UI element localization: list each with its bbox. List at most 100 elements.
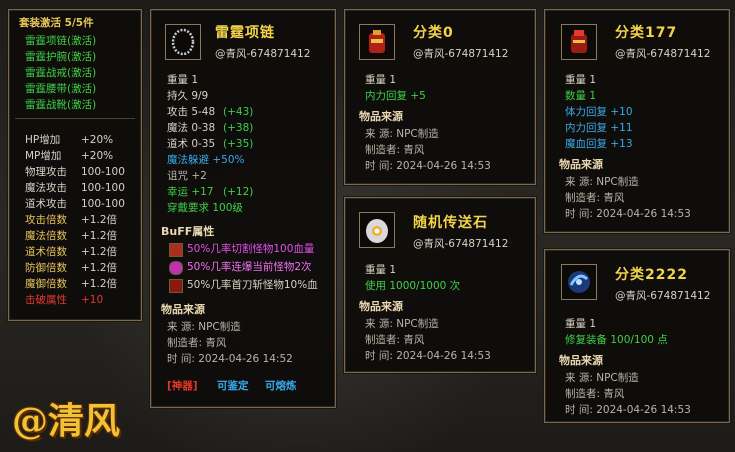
effect: 内力回复 +5 xyxy=(365,90,426,102)
item-owner: @青风-674871412 xyxy=(215,48,311,60)
source: 来 源: NPC制造 xyxy=(565,372,639,384)
item-owner: @青风-674871412 xyxy=(413,238,509,250)
stat-value: 100-100 xyxy=(81,182,125,194)
item0-tooltip: 分类0 @青风-674871412 重量 1 内力回复 +5 物品来源 来 源:… xyxy=(344,9,536,185)
tao-bonus: (+35) xyxy=(223,138,254,150)
crit-value: +10 xyxy=(81,294,104,306)
weight: 重量 1 xyxy=(167,74,199,86)
time: 时 间: 2024-04-26 14:52 xyxy=(167,353,293,365)
buff-title: BuFF属性 xyxy=(161,225,215,238)
item-owner: @青风-674871412 xyxy=(615,48,711,60)
stat-value: +1.2倍 xyxy=(81,214,117,226)
magic: 魔法 0-38 xyxy=(167,122,216,134)
item-name: 雷霆项链 xyxy=(215,25,275,41)
buff-explode-icon xyxy=(169,261,183,275)
stat-value: +1.2倍 xyxy=(81,230,117,242)
buff-cut-icon xyxy=(169,243,183,257)
weight: 重量 1 xyxy=(565,318,597,330)
tag-identify: 可鉴定 xyxy=(217,380,249,392)
buff-text: 50%几率切割怪物100血量 xyxy=(187,243,315,255)
curse: 诅咒 +2 xyxy=(167,170,207,182)
weight: 重量 1 xyxy=(565,74,597,86)
use-count: 使用 1000/1000 次 xyxy=(365,280,461,292)
stat-value: 100-100 xyxy=(81,198,125,210)
item-owner: @青风-674871412 xyxy=(413,48,509,60)
stat-label: 防御倍数 xyxy=(25,262,67,274)
source: 来 源: NPC制造 xyxy=(365,128,439,140)
item-name: 分类0 xyxy=(413,25,454,41)
source: 来 源: NPC制造 xyxy=(565,176,639,188)
tag-shenqi: [神器] xyxy=(167,380,198,392)
source: 来 源: NPC制造 xyxy=(167,321,241,333)
potion-bag-icon xyxy=(561,24,597,60)
item-name: 分类177 xyxy=(615,25,678,41)
tag-smelt: 可熔炼 xyxy=(265,380,297,392)
hp-recovery: 体力回复 +10 xyxy=(565,106,633,118)
tao: 道术 0-35 xyxy=(167,138,216,150)
magic-bonus: (+38) xyxy=(223,122,254,134)
time: 时 间: 2024-04-26 14:53 xyxy=(565,208,691,220)
stat-value: +1.2倍 xyxy=(81,246,117,258)
magic-dodge: 魔法躲避 +50% xyxy=(167,154,245,166)
buff-slash-icon xyxy=(169,279,183,293)
count: 数量 1 xyxy=(565,90,597,102)
stat-value: +1.2倍 xyxy=(81,262,117,274)
source-title: 物品来源 xyxy=(161,303,205,316)
source-title: 物品来源 xyxy=(359,300,403,313)
potion-red-icon xyxy=(359,24,395,60)
stat-value: +1.2倍 xyxy=(81,278,117,290)
time: 时 间: 2024-04-26 14:53 xyxy=(365,350,491,362)
source-title: 物品来源 xyxy=(359,110,403,123)
set-divider xyxy=(15,118,135,119)
maker: 制造者: 青风 xyxy=(565,192,625,204)
maker: 制造者: 青风 xyxy=(565,388,625,400)
necklace-icon xyxy=(165,24,201,60)
teleport-stone-icon xyxy=(359,212,395,248)
teleport-stone-tooltip: 随机传送石 @青风-674871412 重量 1 使用 1000/1000 次 … xyxy=(344,197,536,373)
item2222-tooltip: 分类2222 @青风-674871412 重量 1 修复装备 100/100 点… xyxy=(544,249,730,423)
set-item: 雷霆护腕(激活) xyxy=(25,51,97,63)
durability: 持久 9/9 xyxy=(167,90,209,102)
weight: 重量 1 xyxy=(365,74,397,86)
stat-value: +20% xyxy=(81,134,114,146)
stat-value: +20% xyxy=(81,150,114,162)
attack-bonus: (+43) xyxy=(223,106,254,118)
luck-bonus: (+12) xyxy=(223,186,254,198)
item-name: 分类2222 xyxy=(615,267,688,283)
weight: 重量 1 xyxy=(365,264,397,276)
set-item: 雷霆腰带(激活) xyxy=(25,83,97,95)
stat-label: HP增加 xyxy=(25,134,61,146)
attack: 攻击 5-48 xyxy=(167,106,216,118)
time: 时 间: 2024-04-26 14:53 xyxy=(365,160,491,172)
set-item: 雷霆战戒(激活) xyxy=(25,67,97,79)
luck: 幸运 +17 xyxy=(167,186,214,198)
set-title: 套装激活 5/5件 xyxy=(19,17,94,29)
stat-label: MP增加 xyxy=(25,150,62,162)
maker: 制造者: 青风 xyxy=(167,337,227,349)
set-item: 雷霆项链(激活) xyxy=(25,35,97,47)
maker: 制造者: 青风 xyxy=(365,144,425,156)
buff-text: 50%几率连爆当前怪物2次 xyxy=(187,261,312,273)
stat-label: 魔御倍数 xyxy=(25,278,67,290)
stat-label: 道术攻击 xyxy=(25,198,67,210)
time: 时 间: 2024-04-26 14:53 xyxy=(565,404,691,416)
mp-recovery: 内力回复 +11 xyxy=(565,122,633,134)
blue-orb-icon xyxy=(561,264,597,300)
stat-label: 魔法攻击 xyxy=(25,182,67,194)
stat-label: 物理攻击 xyxy=(25,166,67,178)
stat-label: 道术倍数 xyxy=(25,246,67,258)
repair: 修复装备 100/100 点 xyxy=(565,334,668,346)
watermark-text: @清风 xyxy=(12,400,121,442)
requirement: 穿戴要求 100级 xyxy=(167,202,243,214)
necklace-tooltip: 雷霆项链 @青风-674871412 重量 1 持久 9/9 攻击 5-48 (… xyxy=(150,9,336,408)
item177-tooltip: 分类177 @青风-674871412 重量 1 数量 1 体力回复 +10 内… xyxy=(544,9,730,233)
crit-label: 击破属性 xyxy=(25,294,67,306)
set-item: 雷霆战靴(激活) xyxy=(25,99,97,111)
source-title: 物品来源 xyxy=(559,354,603,367)
maker: 制造者: 青风 xyxy=(365,334,425,346)
buff-text: 50%几率首刀斩怪物10%血 xyxy=(187,279,318,291)
blood-recovery: 魔血回复 +13 xyxy=(565,138,633,150)
source: 来 源: NPC制造 xyxy=(365,318,439,330)
stat-label: 魔法倍数 xyxy=(25,230,67,242)
stat-value: 100-100 xyxy=(81,166,125,178)
